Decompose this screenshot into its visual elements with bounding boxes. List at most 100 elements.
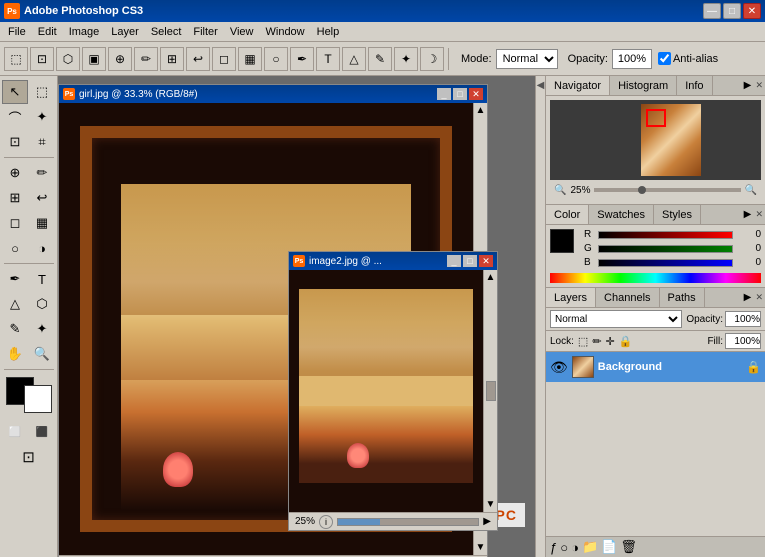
tab-swatches[interactable]: Swatches bbox=[589, 205, 654, 224]
color-menu-icon[interactable]: ▶ bbox=[741, 209, 753, 220]
zoom-minus-icon[interactable]: 🔍 bbox=[554, 185, 566, 196]
blend-mode-select[interactable]: Normal bbox=[550, 310, 682, 328]
mode-select[interactable]: Normal bbox=[496, 49, 558, 69]
tool-gradient-l[interactable]: ▦ bbox=[29, 211, 55, 235]
tool-pen[interactable]: ✒ bbox=[290, 47, 314, 71]
color-spectrum[interactable] bbox=[550, 273, 761, 283]
tool-brush-l[interactable]: ✏ bbox=[29, 161, 55, 185]
scroll2-down[interactable]: ▼ bbox=[484, 497, 498, 512]
b-slider[interactable] bbox=[598, 259, 733, 267]
lock-transparent-icon[interactable]: ⬚ bbox=[578, 335, 588, 348]
tab-channels[interactable]: Channels bbox=[596, 288, 659, 307]
tool-magic-l[interactable]: ✦ bbox=[29, 105, 55, 129]
doc2-close[interactable]: ✕ bbox=[479, 255, 493, 267]
r-slider[interactable] bbox=[598, 231, 733, 239]
second-canvas[interactable] bbox=[289, 270, 483, 512]
tool-shape[interactable]: △ bbox=[342, 47, 366, 71]
tool-history-l[interactable]: ↩ bbox=[29, 186, 55, 210]
tool-eyedropper[interactable]: ✦ bbox=[394, 47, 418, 71]
tool-lasso[interactable]: ⊡ bbox=[30, 47, 54, 71]
tool-3d[interactable]: ⬡ bbox=[29, 292, 55, 316]
nav-zoom-thumb[interactable] bbox=[638, 186, 646, 194]
tool-pen-l[interactable]: ✒ bbox=[2, 267, 28, 291]
standard-mode[interactable]: ⬜ bbox=[2, 420, 28, 444]
expand-arrow[interactable]: ◀ bbox=[537, 80, 545, 91]
tool-crop[interactable]: ▣ bbox=[82, 47, 106, 71]
scroll-down[interactable]: ▼ bbox=[474, 540, 488, 555]
doc2-minimize[interactable]: _ bbox=[447, 255, 461, 267]
tool-lasso-l[interactable]: ⌒ bbox=[2, 105, 28, 129]
lock-image-icon[interactable]: ✏ bbox=[592, 335, 601, 348]
quickmask-mode[interactable]: ⬛ bbox=[29, 420, 55, 444]
lock-all-icon[interactable]: 🔒 bbox=[619, 335, 633, 348]
screen-mode[interactable]: ⊡ bbox=[16, 445, 42, 469]
tool-stamp[interactable]: ⊞ bbox=[160, 47, 184, 71]
fill-input[interactable] bbox=[725, 333, 761, 349]
menu-filter[interactable]: Filter bbox=[187, 24, 223, 40]
tool-type[interactable]: T bbox=[316, 47, 340, 71]
vertical-scrollbar-2[interactable]: ▲ ▼ bbox=[483, 270, 497, 512]
menu-edit[interactable]: Edit bbox=[32, 24, 63, 40]
tool-stamp-l[interactable]: ⊞ bbox=[2, 186, 28, 210]
color-picker[interactable] bbox=[6, 377, 52, 413]
tool-brush[interactable]: ✏ bbox=[134, 47, 158, 71]
menu-file[interactable]: File bbox=[2, 24, 32, 40]
zoom-plus-icon[interactable]: 🔍 bbox=[745, 185, 757, 196]
layer-fx-icon[interactable]: ƒ bbox=[550, 540, 557, 555]
layer-mask-icon[interactable]: ○ bbox=[560, 540, 568, 555]
menu-help[interactable]: Help bbox=[311, 24, 346, 40]
foreground-swatch[interactable] bbox=[550, 229, 574, 253]
layer-adj-icon[interactable]: ◑ bbox=[571, 540, 579, 555]
tool-eraser-l[interactable]: ◻ bbox=[2, 211, 28, 235]
tool-gradient[interactable]: ▦ bbox=[238, 47, 262, 71]
tab-layers[interactable]: Layers bbox=[546, 288, 596, 307]
tool-slice[interactable]: ⌗ bbox=[29, 130, 55, 154]
tool-select[interactable]: ⬚ bbox=[4, 47, 28, 71]
tool-type-l[interactable]: T bbox=[29, 267, 55, 291]
g-slider[interactable] bbox=[598, 245, 733, 253]
tab-color[interactable]: Color bbox=[546, 205, 589, 224]
layer-new-icon[interactable]: 📄 bbox=[601, 539, 617, 555]
h-scrollbar2-track[interactable] bbox=[337, 518, 479, 526]
tool-dodge[interactable]: ○ bbox=[264, 47, 288, 71]
minimize-button[interactable]: — bbox=[703, 3, 721, 19]
tool-hand[interactable]: ☽ bbox=[420, 47, 444, 71]
antialias-checkbox[interactable] bbox=[658, 52, 671, 65]
second-document-window[interactable]: Ps image2.jpg @ ... _ □ ✕ bbox=[288, 251, 498, 531]
scroll-up[interactable]: ▲ bbox=[474, 103, 488, 118]
layer-group-icon[interactable]: 📁 bbox=[582, 539, 598, 555]
layers-close-icon[interactable]: ✕ bbox=[755, 292, 763, 303]
tool-crop-l[interactable]: ⊡ bbox=[2, 130, 28, 154]
canvas-area[interactable]: Ps girl.jpg @ 33.3% (RGB/8#) _ □ ✕ bbox=[58, 76, 535, 557]
menu-image[interactable]: Image bbox=[63, 24, 106, 40]
tab-histogram[interactable]: Histogram bbox=[610, 76, 677, 95]
tool-heal[interactable]: ⊕ bbox=[108, 47, 132, 71]
tool-notes[interactable]: ✎ bbox=[368, 47, 392, 71]
layer-visibility-icon[interactable]: 👁 bbox=[550, 359, 568, 376]
tool-marquee[interactable]: ⬚ bbox=[29, 80, 55, 104]
scroll2-up[interactable]: ▲ bbox=[484, 270, 498, 285]
tool-eraser[interactable]: ◻ bbox=[212, 47, 236, 71]
tool-blur[interactable]: ○ bbox=[2, 236, 28, 260]
nav2-arrow-right[interactable]: ▶ bbox=[483, 516, 491, 527]
layer-delete-icon[interactable]: 🗑 bbox=[620, 539, 637, 555]
tab-paths[interactable]: Paths bbox=[660, 288, 705, 307]
nav-red-box[interactable] bbox=[646, 109, 666, 127]
tool-magic[interactable]: ⬡ bbox=[56, 47, 80, 71]
tool-notes-l[interactable]: ✎ bbox=[2, 317, 28, 341]
close-button[interactable]: ✕ bbox=[743, 3, 761, 19]
tab-styles[interactable]: Styles bbox=[654, 205, 701, 224]
doc2-maximize[interactable]: □ bbox=[463, 255, 477, 267]
doc-close[interactable]: ✕ bbox=[469, 88, 483, 100]
navigator-menu-icon[interactable]: ▶ bbox=[741, 80, 753, 91]
tab-navigator[interactable]: Navigator bbox=[546, 76, 610, 95]
menu-window[interactable]: Window bbox=[260, 24, 311, 40]
background-color[interactable] bbox=[24, 385, 52, 413]
lock-position-icon[interactable]: ✛ bbox=[606, 335, 615, 348]
color-close-icon[interactable]: ✕ bbox=[755, 209, 763, 220]
navigator-close-icon[interactable]: ✕ bbox=[755, 80, 763, 91]
menu-view[interactable]: View bbox=[224, 24, 260, 40]
h-scrollbar2-thumb[interactable] bbox=[338, 519, 380, 525]
tool-hand-l[interactable]: ✋ bbox=[2, 342, 28, 366]
tool-move[interactable]: ↖ bbox=[2, 80, 28, 104]
